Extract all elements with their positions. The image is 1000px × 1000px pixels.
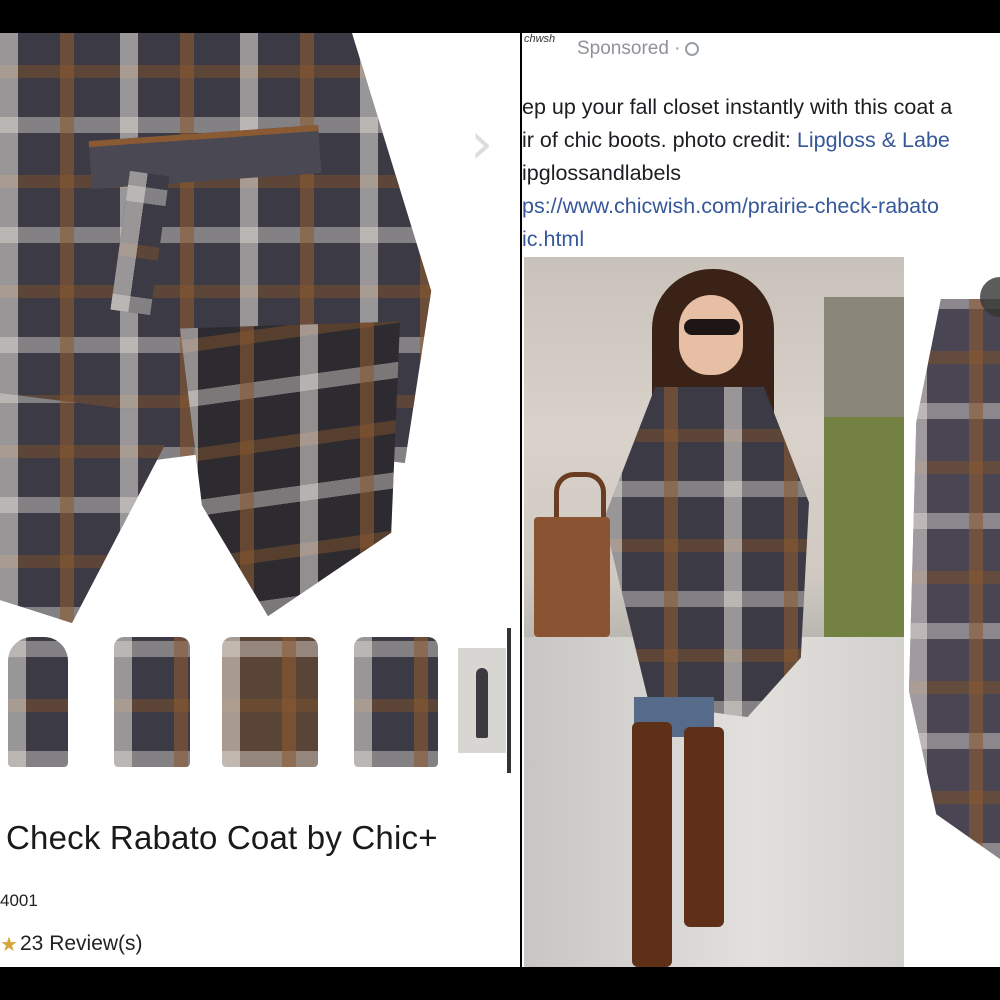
model-face: [679, 295, 743, 375]
globe-icon: [684, 42, 699, 56]
product-url-link-cont[interactable]: ic.html: [522, 227, 584, 251]
caption-line: ipglossandlabels: [522, 161, 681, 185]
thumbnail-model-photo[interactable]: [458, 648, 506, 753]
thumbnail[interactable]: [214, 625, 326, 775]
photo-credit-link[interactable]: Lipgloss & Labe: [797, 128, 950, 152]
sunglasses: [684, 319, 740, 335]
top-black-bar: [0, 0, 1000, 33]
chevron-right-icon[interactable]: ›: [470, 113, 504, 173]
product-main-image[interactable]: [0, 33, 520, 593]
thumbnail[interactable]: [0, 625, 76, 775]
thumbnail[interactable]: [106, 625, 198, 775]
caption-line: ps://www.chicwish.com/prairie-check-raba…: [522, 190, 1000, 223]
post-photo-model[interactable]: [524, 257, 904, 967]
post-photo-coat[interactable]: [909, 299, 1000, 859]
caption-line: ep up your fall closet instantly with th…: [522, 95, 953, 119]
product-url-link[interactable]: ps://www.chicwish.com/prairie-check-raba…: [522, 194, 939, 218]
thumbnail-strip: [0, 625, 520, 775]
post-caption: ep up your fall closet instantly with th…: [522, 91, 1000, 256]
boot-right: [684, 727, 724, 927]
star-icon: ★: [0, 934, 18, 956]
brand-name-fragment[interactable]: chwsh: [524, 33, 555, 45]
thumbnail[interactable]: [346, 625, 446, 775]
boot-left: [632, 722, 672, 967]
handbag: [534, 517, 610, 637]
sponsored-label: Sponsored ·: [577, 38, 699, 60]
caption-line: ic.html: [522, 223, 1000, 256]
thumbnail-scroll-indicator: [507, 628, 511, 773]
product-title: Check Rabato Coat by Chic+: [6, 819, 438, 856]
caption-line: ir of chic boots. photo credit: Lipgloss…: [522, 128, 950, 152]
product-sku: 4001: [0, 891, 38, 910]
coat-drape: [0, 393, 180, 623]
coat-hem: [180, 298, 400, 629]
reviews-link[interactable]: 23 Review(s): [20, 932, 143, 956]
product-page-panel: › Check Rabato Coat by Chic+ 4001 ★ 23 R…: [0, 33, 520, 967]
bottom-black-bar: [0, 967, 1000, 1000]
sponsored-post-panel: chwsh Sponsored · ep up your fall closet…: [522, 33, 1000, 967]
